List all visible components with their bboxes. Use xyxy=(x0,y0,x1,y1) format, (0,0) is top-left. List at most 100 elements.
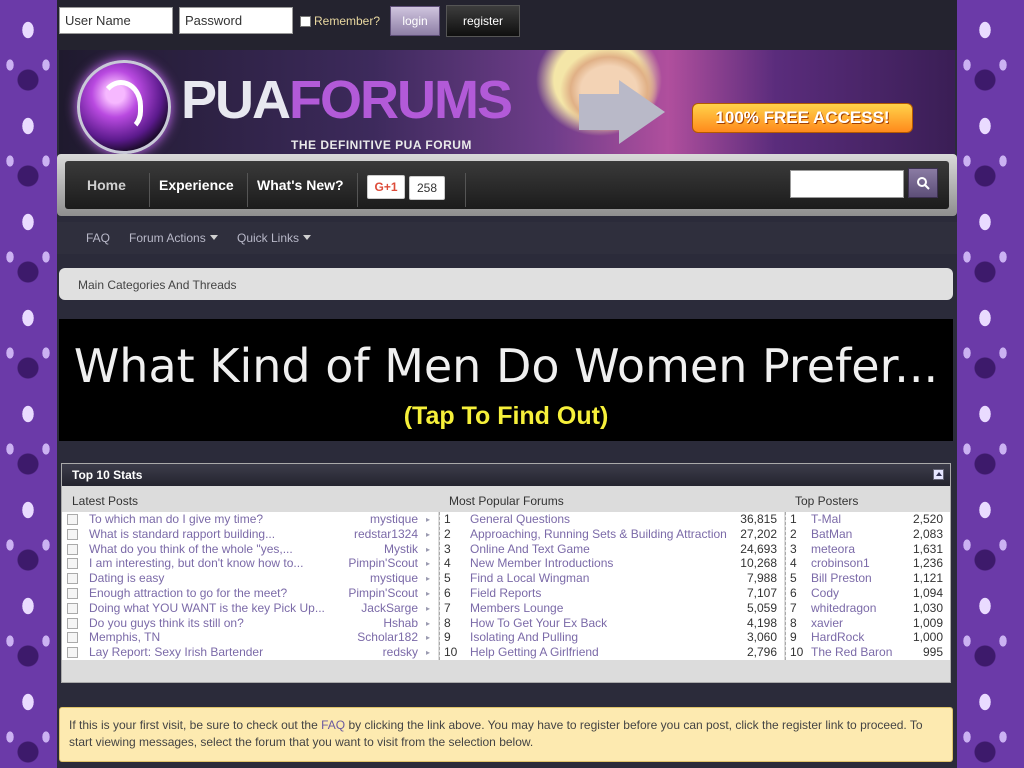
latest-post-user[interactable]: Pimpin'Scout xyxy=(348,586,418,601)
arrow-right-icon[interactable]: ▸ xyxy=(426,616,430,631)
login-button[interactable]: login xyxy=(390,6,440,36)
latest-post-user[interactable]: Pimpin'Scout xyxy=(348,556,418,571)
nav-home[interactable]: Home xyxy=(77,161,136,209)
forum-name[interactable]: New Member Introductions xyxy=(470,556,613,571)
collapse-icon[interactable] xyxy=(933,469,944,480)
table-row: Do you guys think its still on? Hshab ▸ xyxy=(62,616,438,631)
first-visit-notice: If this is your first visit, be sure to … xyxy=(59,707,953,762)
arrow-right-icon[interactable]: ▸ xyxy=(426,601,430,616)
post-checkbox[interactable] xyxy=(67,514,78,525)
arrow-right-icon[interactable]: ▸ xyxy=(426,630,430,645)
forum-rank: 2 xyxy=(444,526,451,541)
latest-posts-header: Latest Posts xyxy=(72,494,139,508)
latest-post-title[interactable]: Do you guys think its still on? xyxy=(89,616,244,631)
forum-rank: 1 xyxy=(444,512,451,526)
poster-name[interactable]: Bill Preston xyxy=(811,571,872,586)
forum-count: 5,059 xyxy=(746,600,777,615)
latest-post-title[interactable]: What do you think of the whole "yes,... xyxy=(89,542,293,557)
forum-name[interactable]: General Questions xyxy=(470,512,570,527)
forum-rank: 9 xyxy=(444,630,451,645)
post-checkbox[interactable] xyxy=(67,647,78,659)
table-row: Doing what YOU WANT is the key Pick Up..… xyxy=(62,601,438,616)
poster-name[interactable]: T-Mal xyxy=(811,512,841,527)
ad-banner[interactable]: What Kind of Men Do Women Prefer... (Tap… xyxy=(59,319,953,441)
latest-post-title[interactable]: I am interesting, but don't know how to.… xyxy=(89,556,303,571)
forum-name[interactable]: Online And Text Game xyxy=(470,542,590,557)
poster-name[interactable]: Cody xyxy=(811,586,839,601)
latest-post-title[interactable]: Lay Report: Sexy Irish Bartender xyxy=(89,645,263,660)
table-row: 10 Help Getting A Girlfriend 2,796 xyxy=(440,645,784,660)
latest-post-title[interactable]: Memphis, TN xyxy=(89,630,160,645)
subnav-forum-actions[interactable]: Forum Actions xyxy=(129,231,218,245)
latest-post-user[interactable]: redsky xyxy=(383,645,418,660)
stats-title: Top 10 Stats xyxy=(72,468,143,482)
nav-whats-new[interactable]: What's New? xyxy=(247,161,354,209)
nav-experience[interactable]: Experience xyxy=(149,161,244,209)
latest-post-title[interactable]: To which man do I give my time? xyxy=(89,512,263,527)
post-checkbox[interactable] xyxy=(67,617,78,629)
arrow-right-icon[interactable]: ▸ xyxy=(426,586,430,601)
arrow-right-icon[interactable]: ▸ xyxy=(426,556,430,571)
post-checkbox[interactable] xyxy=(67,588,78,599)
latest-post-user[interactable]: mystique xyxy=(370,512,418,527)
arrow-right-icon[interactable]: ▸ xyxy=(426,571,430,586)
poster-name[interactable]: BatMan xyxy=(811,527,852,542)
search-input[interactable] xyxy=(790,170,904,198)
subnav-quick-links[interactable]: Quick Links xyxy=(237,231,312,245)
poster-name[interactable]: xavier xyxy=(811,616,843,631)
latest-post-user[interactable]: Mystik xyxy=(384,542,418,557)
poster-name[interactable]: meteora xyxy=(811,542,855,557)
forum-name[interactable]: Field Reports xyxy=(470,586,541,601)
latest-post-user[interactable]: JackSarge xyxy=(361,601,418,616)
poster-name[interactable]: whitedragon xyxy=(811,601,876,616)
table-row: 10 The Red Baron 995 xyxy=(786,645,950,660)
post-checkbox[interactable] xyxy=(67,528,78,540)
table-row: 9 HardRock 1,000 xyxy=(786,630,950,645)
latest-post-user[interactable]: Hshab xyxy=(383,616,418,631)
table-row: I am interesting, but don't know how to.… xyxy=(62,556,438,571)
arrow-right-icon[interactable]: ▸ xyxy=(426,542,430,557)
breadcrumb-current[interactable]: Main Categories And Threads xyxy=(78,278,237,292)
latest-post-user[interactable]: Scholar182 xyxy=(357,630,418,645)
poster-name[interactable]: crobinson1 xyxy=(811,556,870,571)
post-checkbox[interactable] xyxy=(67,543,78,555)
post-checkbox[interactable] xyxy=(67,632,78,644)
remember-checkbox[interactable] xyxy=(300,15,311,27)
arrow-right-icon[interactable]: ▸ xyxy=(426,645,430,660)
forum-name[interactable]: How To Get Your Ex Back xyxy=(470,616,607,631)
search-icon xyxy=(917,177,930,190)
free-access-button[interactable]: 100% FREE ACCESS! xyxy=(692,103,913,133)
forum-name[interactable]: Approaching, Running Sets & Building Att… xyxy=(470,527,727,542)
poster-count: 1,631 xyxy=(912,541,943,556)
arrow-right-icon[interactable]: ▸ xyxy=(426,512,430,527)
latest-post-title[interactable]: Dating is easy xyxy=(89,571,164,586)
gplus-button[interactable]: G+1 xyxy=(367,175,405,199)
ad-headline: What Kind of Men Do Women Prefer... xyxy=(73,339,939,393)
username-input[interactable]: User Name xyxy=(59,7,173,34)
post-checkbox[interactable] xyxy=(67,602,78,614)
subnav-faq[interactable]: FAQ xyxy=(86,231,110,245)
poster-name[interactable]: The Red Baron xyxy=(811,645,892,660)
site-logo[interactable]: PUAFORUMS xyxy=(181,70,513,130)
latest-post-title[interactable]: Doing what YOU WANT is the key Pick Up..… xyxy=(89,601,325,616)
poster-name[interactable]: HardRock xyxy=(811,630,864,645)
latest-post-user[interactable]: redstar1324 xyxy=(354,527,418,542)
post-checkbox[interactable] xyxy=(67,558,78,570)
search-button[interactable] xyxy=(908,168,938,198)
top-posters-header: Top Posters xyxy=(795,494,859,508)
notice-faq-link[interactable]: FAQ xyxy=(321,718,345,732)
forum-name[interactable]: Find a Local Wingman xyxy=(470,571,589,586)
latest-post-user[interactable]: mystique xyxy=(370,571,418,586)
post-checkbox[interactable] xyxy=(67,573,78,585)
table-row: Lay Report: Sexy Irish Bartender redsky ▸ xyxy=(62,645,438,660)
arrow-right-icon[interactable]: ▸ xyxy=(426,527,430,542)
forum-name[interactable]: Help Getting A Girlfriend xyxy=(470,645,599,660)
forum-name[interactable]: Isolating And Pulling xyxy=(470,630,578,645)
latest-post-title[interactable]: What is standard rapport building... xyxy=(89,527,275,542)
register-button[interactable]: register xyxy=(446,5,520,37)
latest-post-title[interactable]: Enough attraction to go for the meet? xyxy=(89,586,287,601)
header-banner[interactable]: PUAFORUMS THE DEFINITIVE PUA FORUM 100% … xyxy=(59,50,955,154)
remember-me[interactable]: Remember? xyxy=(300,14,380,28)
forum-name[interactable]: Members Lounge xyxy=(470,601,563,616)
password-input[interactable]: Password xyxy=(179,7,293,34)
